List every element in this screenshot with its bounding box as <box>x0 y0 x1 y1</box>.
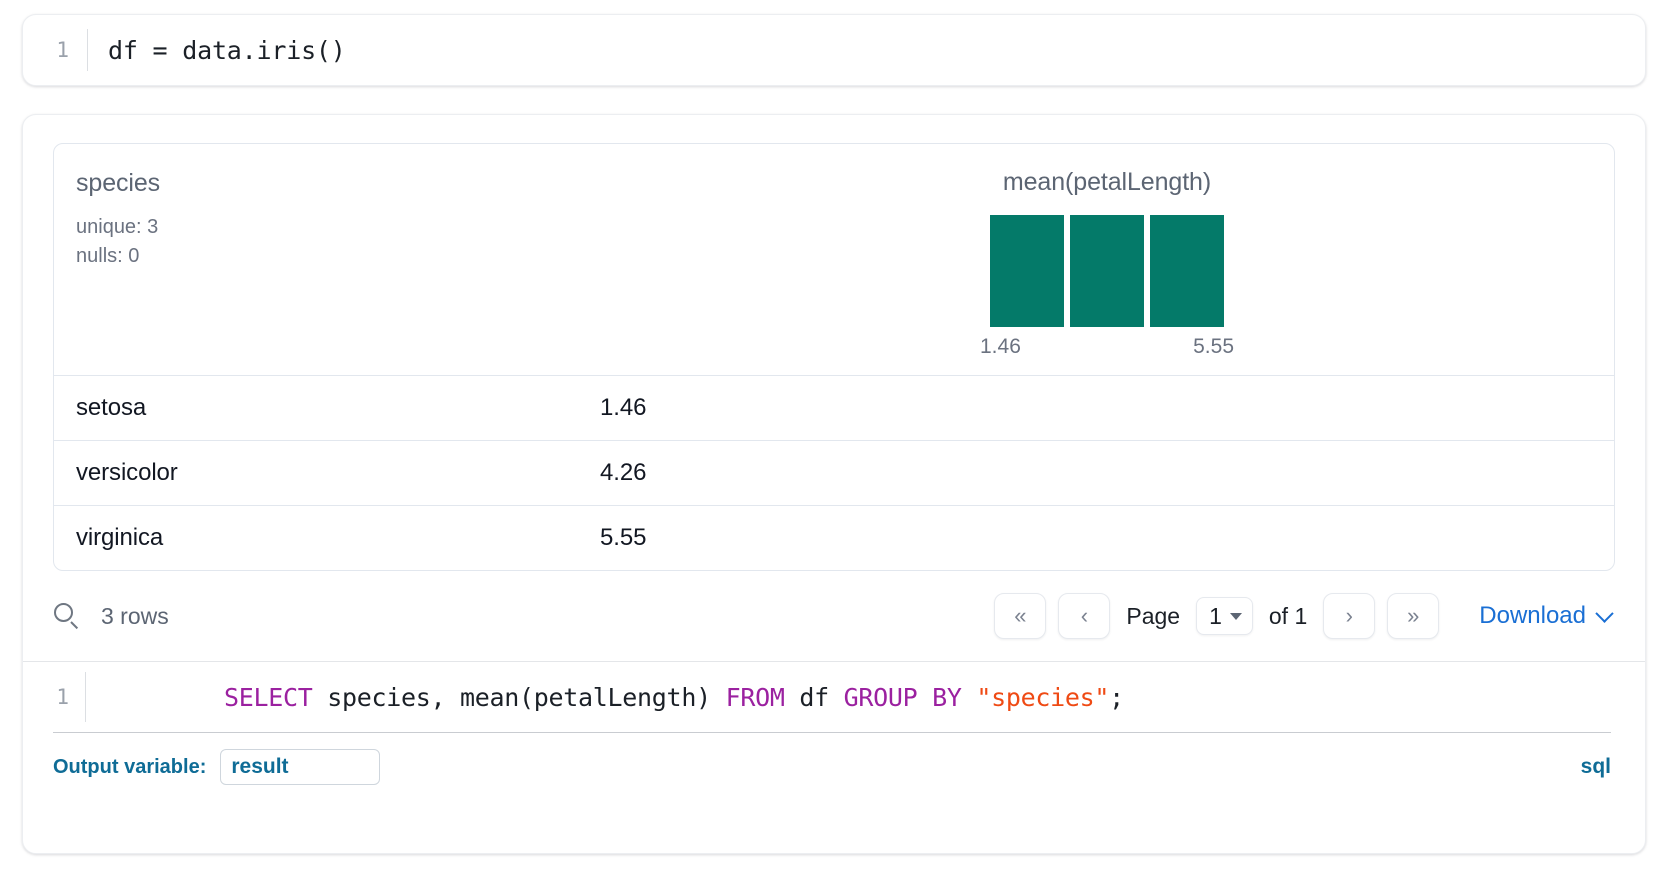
histogram-axis: 1.46 5.55 <box>980 335 1234 359</box>
output-variable-label: Output variable: <box>53 756 206 779</box>
row-count-label: 3 rows <box>101 603 169 630</box>
table-row[interactable]: versicolor 4.26 <box>54 441 1614 506</box>
table-footer-toolbar: 3 rows « ‹ Page 1 of 1 › » Download <box>23 571 1645 661</box>
footer-left-group: 3 rows <box>53 602 169 630</box>
histogram-bar <box>990 215 1064 327</box>
output-variable-bar: Output variable: result sql <box>23 733 1645 789</box>
histogram-bar <box>1150 215 1224 327</box>
sql-line-number: 1 <box>23 685 85 709</box>
stat-nulls: nulls: 0 <box>76 242 600 271</box>
column-header-mean-petallength[interactable]: mean(petalLength) 1.46 5.55 <box>600 144 1614 376</box>
cell-mean: 4.26 <box>600 441 1614 506</box>
sql-token: ; <box>1109 683 1124 712</box>
column-name: species <box>76 168 600 199</box>
notebook-page: 1 df = data.iris() species unique: 3 nul… <box>0 0 1668 886</box>
cell-mean: 1.46 <box>600 376 1614 441</box>
sql-code-cell[interactable]: 1 SELECT species, mean(petalLength) FROM… <box>23 662 1645 732</box>
histogram-max-label: 5.55 <box>1193 335 1234 359</box>
histogram-bars <box>990 215 1224 327</box>
cell-species: setosa <box>54 376 600 441</box>
table-row[interactable]: virginica 5.55 <box>54 506 1614 571</box>
sql-token <box>962 683 977 712</box>
last-page-button[interactable]: » <box>1387 593 1439 639</box>
code-line-number: 1 <box>23 40 87 61</box>
search-icon[interactable] <box>53 602 81 630</box>
pagination-controls: « ‹ Page 1 of 1 › » <box>994 593 1439 639</box>
language-label[interactable]: sql <box>1581 755 1611 779</box>
page-number-select[interactable]: 1 <box>1196 597 1253 635</box>
column-header-species[interactable]: species unique: 3 nulls: 0 <box>54 144 600 376</box>
total-pages-label: of 1 <box>1265 603 1311 630</box>
chevron-down-icon <box>1230 613 1242 620</box>
previous-page-button[interactable]: ‹ <box>1058 593 1110 639</box>
column-name: mean(petalLength) <box>1003 168 1211 197</box>
cell-species: versicolor <box>54 441 600 506</box>
first-page-button[interactable]: « <box>994 593 1046 639</box>
column-histogram: mean(petalLength) 1.46 5.55 <box>600 168 1614 359</box>
sql-token: "species" <box>976 683 1109 712</box>
next-page-button[interactable]: › <box>1323 593 1375 639</box>
result-table: species unique: 3 nulls: 0 mean(petalLen… <box>53 143 1615 571</box>
cell-mean: 5.55 <box>600 506 1614 571</box>
download-button[interactable]: Download <box>1479 602 1611 630</box>
sql-token: df <box>785 683 844 712</box>
histogram-min-label: 1.46 <box>980 335 1021 359</box>
sql-token: species, mean(petalLength) <box>313 683 726 712</box>
sql-editor-line[interactable]: SELECT species, mean(petalLength) FROM d… <box>86 654 1645 741</box>
cell-species: virginica <box>54 506 600 571</box>
chevron-down-icon <box>1595 604 1613 622</box>
python-code-cell[interactable]: 1 df = data.iris() <box>22 14 1646 86</box>
sql-token: GROUP BY <box>844 683 962 712</box>
sql-token: FROM <box>726 683 785 712</box>
histogram-bar <box>1070 215 1144 327</box>
page-word-label: Page <box>1122 603 1184 630</box>
output-variable-input[interactable]: result <box>220 749 380 785</box>
table-row[interactable]: setosa 1.46 <box>54 376 1614 441</box>
table-header-row: species unique: 3 nulls: 0 mean(petalLen… <box>54 144 1614 376</box>
sql-token: SELECT <box>224 683 313 712</box>
sql-output-cell: species unique: 3 nulls: 0 mean(petalLen… <box>22 114 1646 854</box>
table-body: setosa 1.46 versicolor 4.26 virginica 5.… <box>54 376 1614 571</box>
download-label: Download <box>1479 602 1586 630</box>
page-number-value: 1 <box>1209 603 1222 630</box>
column-stats: unique: 3 nulls: 0 <box>76 213 600 271</box>
stat-unique: unique: 3 <box>76 213 600 242</box>
code-editor-line[interactable]: df = data.iris() <box>88 36 1645 65</box>
